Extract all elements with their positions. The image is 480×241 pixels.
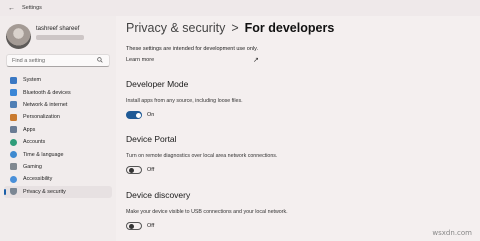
accessibility-icon xyxy=(10,175,17,183)
avatar[interactable] xyxy=(6,24,31,49)
device-portal-state: Off xyxy=(147,167,155,173)
developer-mode-title: Developer Mode xyxy=(126,79,189,89)
sidebar-item-label: Network & internet xyxy=(23,101,68,108)
toggle-knob xyxy=(135,112,141,118)
sidebar-item-label: Bluetooth & devices xyxy=(23,89,71,96)
device-discovery-title: Device discovery xyxy=(126,190,191,200)
controller-icon xyxy=(10,163,17,171)
shield-icon xyxy=(10,188,17,196)
monitor-icon xyxy=(10,76,17,84)
sidebar-item-accessibility[interactable]: Accessibility xyxy=(0,173,116,185)
bluetooth-icon xyxy=(10,89,17,97)
user-email-redacted xyxy=(36,35,84,40)
sidebar-item-network-internet[interactable]: Network & internet xyxy=(0,99,116,111)
sidebar-item-personalization[interactable]: Personalization xyxy=(0,111,116,123)
search-input[interactable]: Find a setting xyxy=(6,54,110,67)
person-icon xyxy=(10,138,17,146)
sidebar-item-label: Accessibility xyxy=(23,176,53,183)
search-icon xyxy=(97,57,103,63)
apps-icon xyxy=(10,126,17,134)
search-placeholder: Find a setting xyxy=(12,58,46,64)
device-portal-toggle[interactable] xyxy=(126,166,142,174)
watermark: wsxdn.com xyxy=(432,229,472,237)
sidebar-item-gaming[interactable]: Gaming xyxy=(0,161,116,173)
developer-mode-toggle[interactable] xyxy=(126,111,142,119)
sidebar-item-privacy-security[interactable]: Privacy & security xyxy=(4,185,112,198)
sidebar-item-apps[interactable]: Apps xyxy=(0,124,116,136)
mouse-cursor-icon: ↗ xyxy=(253,57,259,64)
device-portal-desc: Turn on remote diagnostics over local ar… xyxy=(126,153,278,159)
sidebar-item-accounts[interactable]: Accounts xyxy=(0,136,116,148)
developer-mode-desc: Install apps from any source, including … xyxy=(126,98,243,104)
globe-clock-icon xyxy=(10,151,17,159)
sidebar-item-bluetooth-devices[interactable]: Bluetooth & devices xyxy=(0,86,116,98)
main-content: Privacy & security > For developers These … xyxy=(116,16,480,241)
breadcrumb-parent[interactable]: Privacy & security xyxy=(126,21,225,35)
intro-text: These settings are intended for developm… xyxy=(126,46,258,52)
wifi-icon xyxy=(10,101,17,109)
title-bar: ← Settings xyxy=(0,0,480,16)
sidebar-item-time-language[interactable]: Time & language xyxy=(0,148,116,160)
breadcrumb-separator: > xyxy=(231,21,239,35)
sidebar-item-system[interactable]: System xyxy=(0,74,116,86)
toggle-knob xyxy=(128,167,134,173)
breadcrumb: Privacy & security > For developers xyxy=(126,21,334,35)
sidebar-item-label: Personalization xyxy=(23,114,60,121)
sidebar-nav: System Bluetooth & devices Network & int… xyxy=(0,74,116,198)
user-name: tashreef shareef xyxy=(36,26,80,32)
app-title: Settings xyxy=(22,5,42,11)
page-title: For developers xyxy=(244,21,335,35)
sidebar-item-label: Gaming xyxy=(23,163,42,170)
sidebar: tashreef shareef Find a setting System B… xyxy=(0,16,116,241)
device-discovery-toggle[interactable] xyxy=(126,222,142,230)
sidebar-item-label: Privacy & security xyxy=(23,188,66,195)
device-portal-title: Device Portal xyxy=(126,134,177,144)
developer-mode-state: On xyxy=(147,112,155,118)
toggle-knob xyxy=(128,223,134,229)
back-arrow-icon[interactable]: ← xyxy=(8,5,18,12)
device-discovery-desc: Make your device visible to USB connecti… xyxy=(126,209,288,215)
sidebar-item-label: Accounts xyxy=(23,139,46,146)
sidebar-item-label: System xyxy=(23,77,41,84)
sidebar-item-label: Apps xyxy=(23,126,36,133)
brush-icon xyxy=(10,113,17,121)
sidebar-item-label: Time & language xyxy=(23,151,64,158)
device-discovery-state: Off xyxy=(147,223,155,229)
learn-more-link[interactable]: Learn more xyxy=(126,57,154,63)
